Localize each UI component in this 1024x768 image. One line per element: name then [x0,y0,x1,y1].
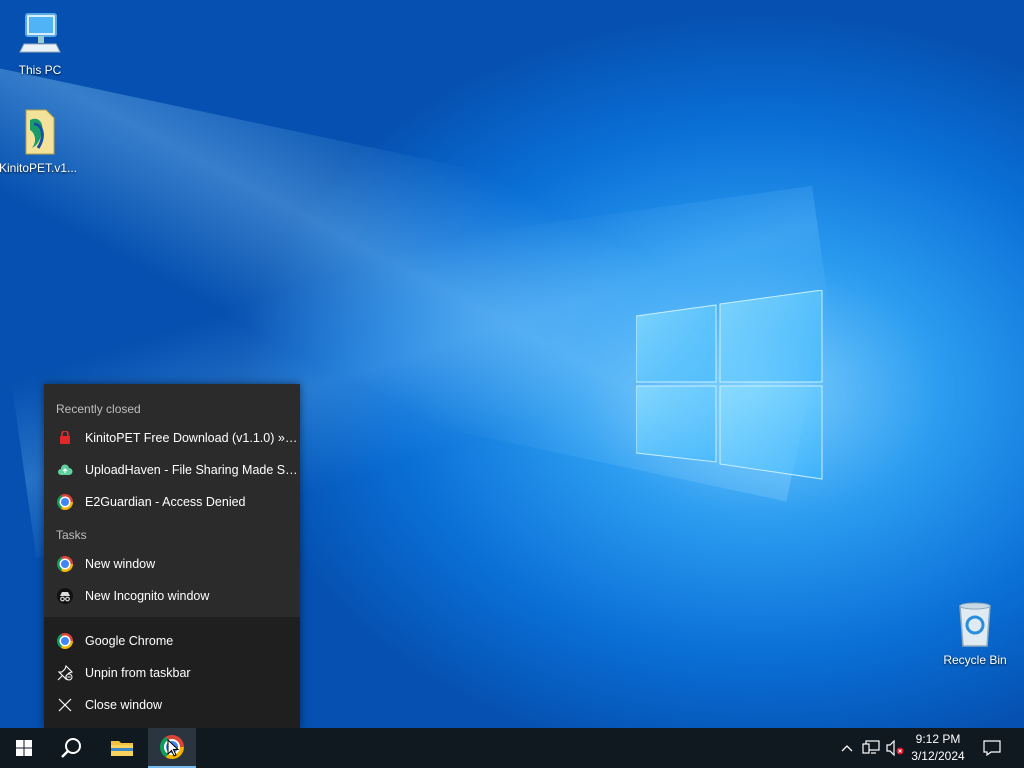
windows-start-icon [16,740,32,756]
jump-list-upper-section: Recently closed KinitoPET Free Download … [44,384,300,617]
taskbar: 9:12 PM 3/12/2024 [0,728,1024,768]
folder-icon [111,741,133,756]
file-explorer-button[interactable] [98,728,146,768]
mouse-cursor-icon [167,739,179,757]
action-close-window[interactable]: Close window [44,689,300,721]
recent-item-label: E2Guardian - Access Denied [85,495,246,509]
search-icon [61,738,81,758]
incognito-icon [57,588,73,604]
tasks-header: Tasks [56,528,87,542]
clock-time: 9:12 PM [915,732,961,746]
volume-tray-button[interactable] [884,728,906,768]
show-hidden-icons-button[interactable] [838,728,856,768]
red-icon [57,430,73,446]
jump-list-actions-section: Google Chrome Unpin from taskbar Close w… [44,617,300,728]
network-tray-button[interactable] [860,728,882,768]
action-unpin-from-taskbar[interactable]: Unpin from taskbar [44,657,300,689]
recently-closed-header: Recently closed [56,402,141,416]
recent-item-label: KinitoPET Free Download (v1.1.0) » STE..… [84,431,300,445]
task-label: New Incognito window [85,589,210,603]
action-label: Close window [84,698,163,712]
chrome-icon [57,494,73,510]
start-button[interactable] [0,728,48,768]
recycle-bin-icon [959,602,991,647]
volume-muted-icon [886,740,904,756]
recent-item-label: UploadHaven - File Sharing Made Sim... [85,463,300,477]
unpin-icon [57,665,73,681]
action-label: Google Chrome [85,634,174,648]
recent-item-uploadhaven[interactable]: UploadHaven - File Sharing Made Sim... [44,454,300,486]
recent-item-e2guardian[interactable]: E2Guardian - Access Denied [44,486,300,518]
cloud-icon [57,462,73,478]
desktop-icon-label: Recycle Bin [943,653,1007,667]
task-new-window[interactable]: New window [44,548,300,580]
action-label: Unpin from taskbar [85,666,191,680]
desktop-icon-kinitopet[interactable]: KinitoPET.v1... [0,108,78,175]
recent-item-kinitopet[interactable]: KinitoPET Free Download (v1.1.0) » STE..… [44,422,300,454]
desktop-icon-recycle-bin[interactable]: Recycle Bin [935,600,1015,667]
action-center-button[interactable] [978,728,1006,768]
network-icon [862,740,880,754]
windows-logo-wallpaper [636,290,823,480]
desktop-icon-label: KinitoPET.v1... [0,161,78,175]
chrome-taskbar-button[interactable] [148,728,196,768]
search-button[interactable] [48,728,96,768]
task-new-incognito-window[interactable]: New Incognito window [44,580,300,612]
chevron-up-icon [841,745,853,752]
notification-icon [983,740,1001,756]
taskbar-clock[interactable]: 9:12 PM 3/12/2024 [906,731,970,765]
clock-date: 3/12/2024 [911,749,965,763]
computer-icon [19,13,61,53]
desktop-icon-label: This PC [18,63,62,77]
chrome-icon [57,556,73,572]
close-icon [57,697,73,713]
chrome-icon [57,633,73,649]
chrome-jump-list: Recently closed KinitoPET Free Download … [44,384,300,728]
desktop-icon-this-pc[interactable]: This PC [0,10,80,77]
file-icon [25,109,55,155]
task-label: New window [85,557,156,571]
action-google-chrome[interactable]: Google Chrome [44,625,300,657]
